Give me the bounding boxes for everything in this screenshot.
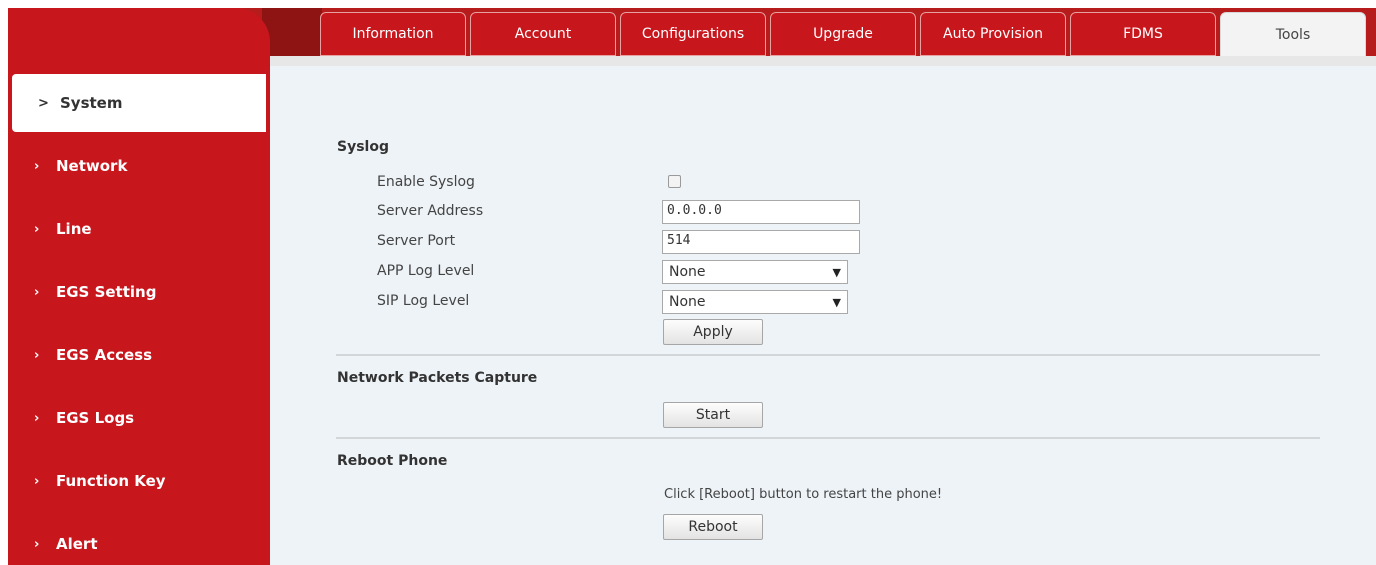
app-log-level-select[interactable]: None ▼ <box>662 260 848 284</box>
sip-log-level-value: None <box>669 294 706 310</box>
sidebar-item-egs-access[interactable]: › EGS Access <box>8 327 266 383</box>
web-admin-page: > System › Network › Line › EGS Setting … <box>0 0 1376 565</box>
tab-configurations[interactable]: Configurations <box>620 12 766 56</box>
dropdown-arrow-icon: ▼ <box>832 265 841 279</box>
chevron-right-icon: › <box>34 536 40 552</box>
sidebar-item-line[interactable]: › Line <box>8 201 266 257</box>
tab-tools[interactable]: Tools <box>1220 12 1366 58</box>
syslog-section-title: Syslog <box>337 139 389 155</box>
app-log-level-value: None <box>669 264 706 280</box>
tab-fdms[interactable]: FDMS <box>1070 12 1216 56</box>
reboot-button[interactable]: Reboot <box>663 514 763 540</box>
chevron-right-icon: › <box>34 158 40 174</box>
chevron-right-icon: › <box>34 347 40 363</box>
sidebar-item-label: EGS Logs <box>56 409 135 427</box>
sidebar-item-egs-logs[interactable]: › EGS Logs <box>8 390 266 446</box>
apply-button[interactable]: Apply <box>663 319 763 345</box>
tab-upgrade[interactable]: Upgrade <box>770 12 916 56</box>
tab-auto-provision[interactable]: Auto Provision <box>920 12 1066 56</box>
capture-section-title: Network Packets Capture <box>337 370 538 386</box>
sidebar-item-network[interactable]: › Network <box>8 138 266 194</box>
sidebar-item-alert[interactable]: › Alert <box>8 516 266 565</box>
server-port-label: Server Port <box>377 233 456 249</box>
server-address-input[interactable]: 0.0.0.0 <box>662 200 860 224</box>
chevron-right-icon: › <box>34 221 40 237</box>
tab-account[interactable]: Account <box>470 12 616 56</box>
reboot-section-title: Reboot Phone <box>337 453 448 469</box>
top-tab-bar: Information Account Configurations Upgra… <box>320 12 1370 58</box>
sidebar-item-label: System <box>60 94 123 112</box>
sidebar-item-label: Alert <box>56 535 98 553</box>
sidebar-item-label: Network <box>56 157 128 175</box>
enable-syslog-label: Enable Syslog <box>377 174 475 190</box>
section-divider <box>336 437 1320 439</box>
enable-syslog-checkbox[interactable] <box>668 175 681 188</box>
section-divider <box>336 354 1320 356</box>
chevron-right-icon: › <box>34 284 40 300</box>
chevron-right-icon: › <box>34 473 40 489</box>
sidebar-item-egs-setting[interactable]: › EGS Setting <box>8 264 266 320</box>
sidebar-item-label: Function Key <box>56 472 166 490</box>
sidebar-item-label: EGS Setting <box>56 283 157 301</box>
sidebar-item-function-key[interactable]: › Function Key <box>8 453 266 509</box>
sidebar-item-label: EGS Access <box>56 346 153 364</box>
start-capture-button[interactable]: Start <box>663 402 763 428</box>
sip-log-level-select[interactable]: None ▼ <box>662 290 848 314</box>
header-shadow <box>262 8 322 56</box>
server-port-input[interactable]: 514 <box>662 230 860 254</box>
app-log-level-label: APP Log Level <box>377 263 475 279</box>
sidebar-item-system[interactable]: > System <box>12 74 266 132</box>
server-address-label: Server Address <box>377 203 484 219</box>
tab-information[interactable]: Information <box>320 12 466 56</box>
sidebar-item-label: Line <box>56 220 92 238</box>
reboot-hint-text: Click [Reboot] button to restart the pho… <box>664 487 943 502</box>
chevron-right-icon: › <box>34 410 40 426</box>
sip-log-level-label: SIP Log Level <box>377 293 470 309</box>
dropdown-arrow-icon: ▼ <box>832 295 841 309</box>
chevron-right-icon: > <box>38 95 49 111</box>
